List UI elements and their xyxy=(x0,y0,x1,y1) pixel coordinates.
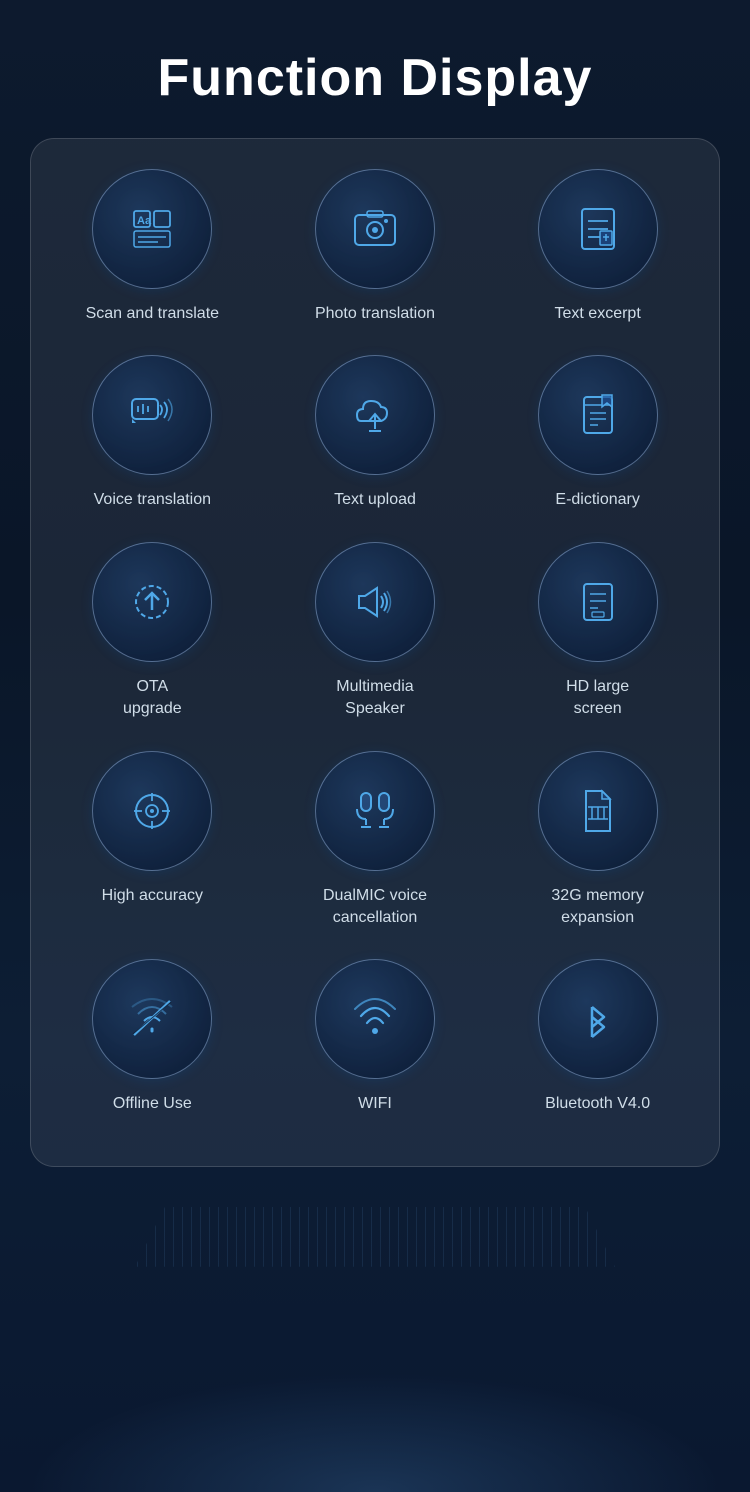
feature-multimedia-speaker: Multimedia Speaker xyxy=(280,542,470,721)
hd-screen-label: HD large screen xyxy=(566,676,629,721)
accuracy-icon xyxy=(124,783,180,839)
offline-icon xyxy=(124,991,180,1047)
feature-row-1: Voice translation Text upload xyxy=(41,345,709,531)
feature-row-3: High accuracy DualMIC voice cancellation xyxy=(41,741,709,950)
feature-row-4: Offline Use WIFI xyxy=(41,949,709,1135)
speaker-icon xyxy=(347,574,403,630)
bluetooth-label: Bluetooth V4.0 xyxy=(545,1093,650,1115)
ota-icon xyxy=(124,574,180,630)
dual-mic-icon-circle xyxy=(315,751,435,871)
ota-upgrade-label: OTA upgrade xyxy=(123,676,182,721)
feature-scan-translate: Aa Scan and translate xyxy=(57,169,247,325)
function-display-card: Aa Scan and translate Photo translation xyxy=(30,138,720,1167)
photo-icon xyxy=(347,201,403,257)
e-dictionary-icon-circle xyxy=(538,355,658,475)
feature-text-upload: Text upload xyxy=(280,355,470,511)
ota-upgrade-icon-circle xyxy=(92,542,212,662)
page-title: Function Display xyxy=(138,0,613,138)
feature-row-2: OTA upgrade Multimedia Speaker xyxy=(41,532,709,741)
feature-offline-use: Offline Use xyxy=(57,959,247,1115)
text-upload-label: Text upload xyxy=(334,489,416,511)
text-excerpt-icon xyxy=(570,201,626,257)
voice-translation-icon-circle xyxy=(92,355,212,475)
feature-voice-translation: Voice translation xyxy=(57,355,247,511)
feature-wifi: WIFI xyxy=(280,959,470,1115)
bottom-glow xyxy=(25,1372,725,1492)
feature-hd-screen: HD large screen xyxy=(503,542,693,721)
wifi-icon-circle xyxy=(315,959,435,1079)
e-dictionary-label: E-dictionary xyxy=(555,489,639,511)
text-upload-icon-circle xyxy=(315,355,435,475)
photo-translation-icon-circle xyxy=(315,169,435,289)
svg-text:Aa: Aa xyxy=(137,215,152,227)
text-excerpt-icon-circle xyxy=(538,169,658,289)
screen-icon xyxy=(570,574,626,630)
wifi-label: WIFI xyxy=(358,1093,392,1115)
high-accuracy-label: High accuracy xyxy=(102,885,203,907)
bluetooth-icon xyxy=(570,991,626,1047)
high-accuracy-icon-circle xyxy=(92,751,212,871)
dictionary-icon xyxy=(570,387,626,443)
upload-icon xyxy=(347,387,403,443)
text-excerpt-label: Text excerpt xyxy=(555,303,641,325)
feature-ota-upgrade: OTA upgrade xyxy=(57,542,247,721)
scan-translate-label: Scan and translate xyxy=(86,303,219,325)
dual-mic-label: DualMIC voice cancellation xyxy=(323,885,427,930)
bluetooth-icon-circle xyxy=(538,959,658,1079)
memory-expansion-icon-circle xyxy=(538,751,658,871)
scan-translate-icon-circle: Aa xyxy=(92,169,212,289)
feature-photo-translation: Photo translation xyxy=(280,169,470,325)
photo-translation-label: Photo translation xyxy=(315,303,435,325)
wifi-icon xyxy=(347,991,403,1047)
multimedia-speaker-label: Multimedia Speaker xyxy=(336,676,413,721)
feature-high-accuracy: High accuracy xyxy=(57,751,247,907)
multimedia-speaker-icon-circle xyxy=(315,542,435,662)
feature-memory-expansion: 32G memory expansion xyxy=(503,751,693,930)
feature-e-dictionary: E-dictionary xyxy=(503,355,693,511)
scan-icon: Aa xyxy=(124,201,180,257)
voice-icon xyxy=(124,387,180,443)
memory-expansion-label: 32G memory expansion xyxy=(551,885,643,930)
feature-dual-mic: DualMIC voice cancellation xyxy=(280,751,470,930)
memory-icon xyxy=(570,783,626,839)
feature-row-0: Aa Scan and translate Photo translation xyxy=(41,159,709,345)
offline-use-icon-circle xyxy=(92,959,212,1079)
feature-text-excerpt: Text excerpt xyxy=(503,169,693,325)
offline-use-label: Offline Use xyxy=(113,1093,192,1115)
hd-screen-icon-circle xyxy=(538,542,658,662)
feature-bluetooth: Bluetooth V4.0 xyxy=(503,959,693,1115)
voice-translation-label: Voice translation xyxy=(94,489,211,511)
bottom-decoration xyxy=(0,1187,750,1267)
mic-icon xyxy=(347,783,403,839)
